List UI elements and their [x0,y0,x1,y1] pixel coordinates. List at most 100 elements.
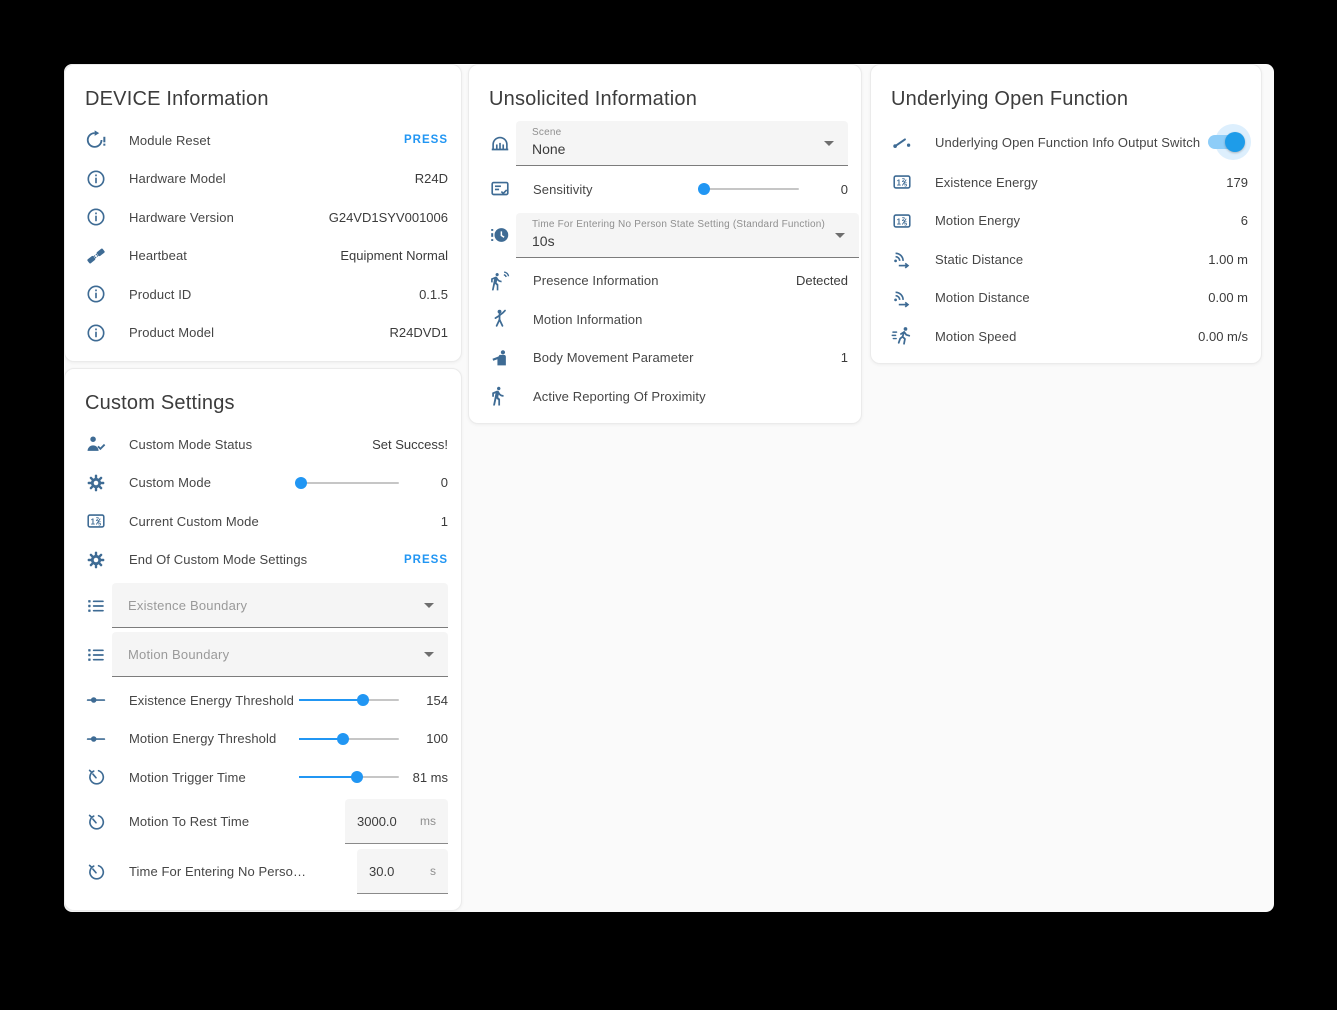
row-motion-distance: Motion Distance 0.00 m [884,279,1248,318]
scene-dropdown[interactable]: Scene None [516,121,848,166]
existence-energy-threshold-slider[interactable] [299,693,399,707]
motion-trigger-time-slider[interactable] [299,770,399,784]
output-switch-toggle[interactable] [1200,122,1248,162]
row-value: G24VD1SYV001006 [329,210,448,225]
slider-thumb[interactable] [337,733,349,745]
slider-thumb[interactable] [357,694,369,706]
row-label: Motion To Rest Time [129,814,249,829]
row-label: Current Custom Mode [129,514,259,529]
field-label: Time For Entering No Person State Settin… [532,219,825,230]
row-motion-energy: Motion Energy 6 [884,202,1248,241]
row-label: Existence Energy Threshold [129,693,294,708]
row-time-entering-no-person: Time For Entering No Perso… 30.0 s [78,847,448,897]
slider-handle-icon [85,689,107,711]
timer-icon [85,861,107,883]
row-value: 179 [1226,175,1248,190]
row-scene: Scene None [482,121,848,166]
input-value[interactable]: 3000.0 [357,814,397,829]
row-value: 6 [1241,213,1248,228]
list-icon [85,595,107,617]
press-button[interactable]: PRESS [404,134,448,146]
stadium-icon [489,133,511,155]
motion-energy-threshold-slider[interactable] [299,732,399,746]
row-motion-energy-threshold: Motion Energy Threshold 100 [78,720,448,759]
row-value: 1 [441,514,448,529]
motion-to-rest-time-input[interactable]: 3000.0 ms [345,799,448,844]
row-label: Static Distance [935,252,1023,267]
press-button[interactable]: PRESS [404,554,448,566]
slider-track[interactable] [299,482,399,484]
time-setting-dropdown[interactable]: Time For Entering No Person State Settin… [516,213,859,258]
slider-value: 81 ms [402,770,448,785]
row-current-custom-mode: Current Custom Mode 1 [78,502,448,541]
gear-icon [85,549,107,571]
custom-settings-card: Custom Settings Custom Mode Status Set S… [64,368,462,911]
info-icon [85,322,107,344]
row-time-setting: Time For Entering No Person State Settin… [482,213,848,258]
chevron-down-icon [824,141,834,146]
row-output-switch: Underlying Open Function Info Output Swi… [884,121,1248,163]
radar-signal-icon [891,248,913,270]
row-active-reporting: Active Reporting Of Proximity [482,377,848,416]
field-value: 10s [532,233,825,249]
row-value: Equipment Normal [340,248,448,263]
input-unit: ms [420,814,436,828]
device-information-card: DEVICE Information Module Reset PRESS Ha… [64,64,462,362]
row-existence-energy-threshold: Existence Energy Threshold 154 [78,681,448,720]
custom-mode-slider[interactable] [299,476,399,490]
motion-person-icon [489,308,511,330]
motion-boundary-dropdown[interactable]: Motion Boundary [112,632,448,677]
row-label: Existence Energy [935,175,1038,190]
row-label: Time For Entering No Perso… [129,864,306,879]
gear-icon [85,472,107,494]
presence-walk-wave-icon [489,270,511,292]
card-title: Unsolicited Information [489,88,841,111]
row-body-movement: Body Movement Parameter 1 [482,339,848,378]
slider-value: 154 [402,693,448,708]
row-label: Motion Information [533,312,642,327]
row-label: Custom Mode [129,475,211,490]
row-label: Active Reporting Of Proximity [533,389,706,404]
row-label: End Of Custom Mode Settings [129,552,307,567]
row-motion-information: Motion Information [482,300,848,339]
row-value: Set Success! [372,437,448,452]
row-label: Motion Distance [935,290,1030,305]
numeric-icon [85,510,107,532]
card-title: DEVICE Information [85,88,441,111]
row-label: Product Model [129,325,214,340]
checklist-icon [489,178,511,200]
info-icon [85,206,107,228]
row-label: Product ID [129,287,191,302]
slider-thumb[interactable] [698,183,710,195]
row-label: Hardware Model [129,171,226,186]
row-motion-speed: Motion Speed 0.00 m/s [884,317,1248,356]
slider-value: 0 [402,475,448,490]
slider-track[interactable] [699,188,799,190]
row-value: Detected [796,273,848,288]
field-label: Scene [532,127,814,138]
row-label: Hardware Version [129,210,234,225]
plug-icon [85,245,107,267]
slider-thumb[interactable] [351,771,363,783]
row-value: 0.00 m/s [1198,329,1248,344]
input-value[interactable]: 30.0 [369,864,394,879]
card-title: Underlying Open Function [891,88,1241,111]
sensitivity-slider[interactable] [699,182,799,196]
switch-icon [891,131,913,153]
row-hardware-model: Hardware Model R24D [78,160,448,199]
list-icon [85,644,107,666]
row-value: 1.00 m [1208,252,1248,267]
row-value: R24DVD1 [389,325,448,340]
time-entering-no-person-input[interactable]: 30.0 s [357,849,448,894]
clock-icon [489,224,511,246]
row-presence-information: Presence Information Detected [482,262,848,301]
slider-fill [299,699,363,701]
row-label: Heartbeat [129,248,187,263]
running-speed-icon [891,325,913,347]
slider-value: 100 [402,731,448,746]
row-sensitivity: Sensitivity 0 [482,170,848,209]
row-label: Motion Energy Threshold [129,731,276,746]
row-existence-boundary: Existence Boundary [78,583,448,628]
existence-boundary-dropdown[interactable]: Existence Boundary [112,583,448,628]
slider-thumb[interactable] [295,477,307,489]
